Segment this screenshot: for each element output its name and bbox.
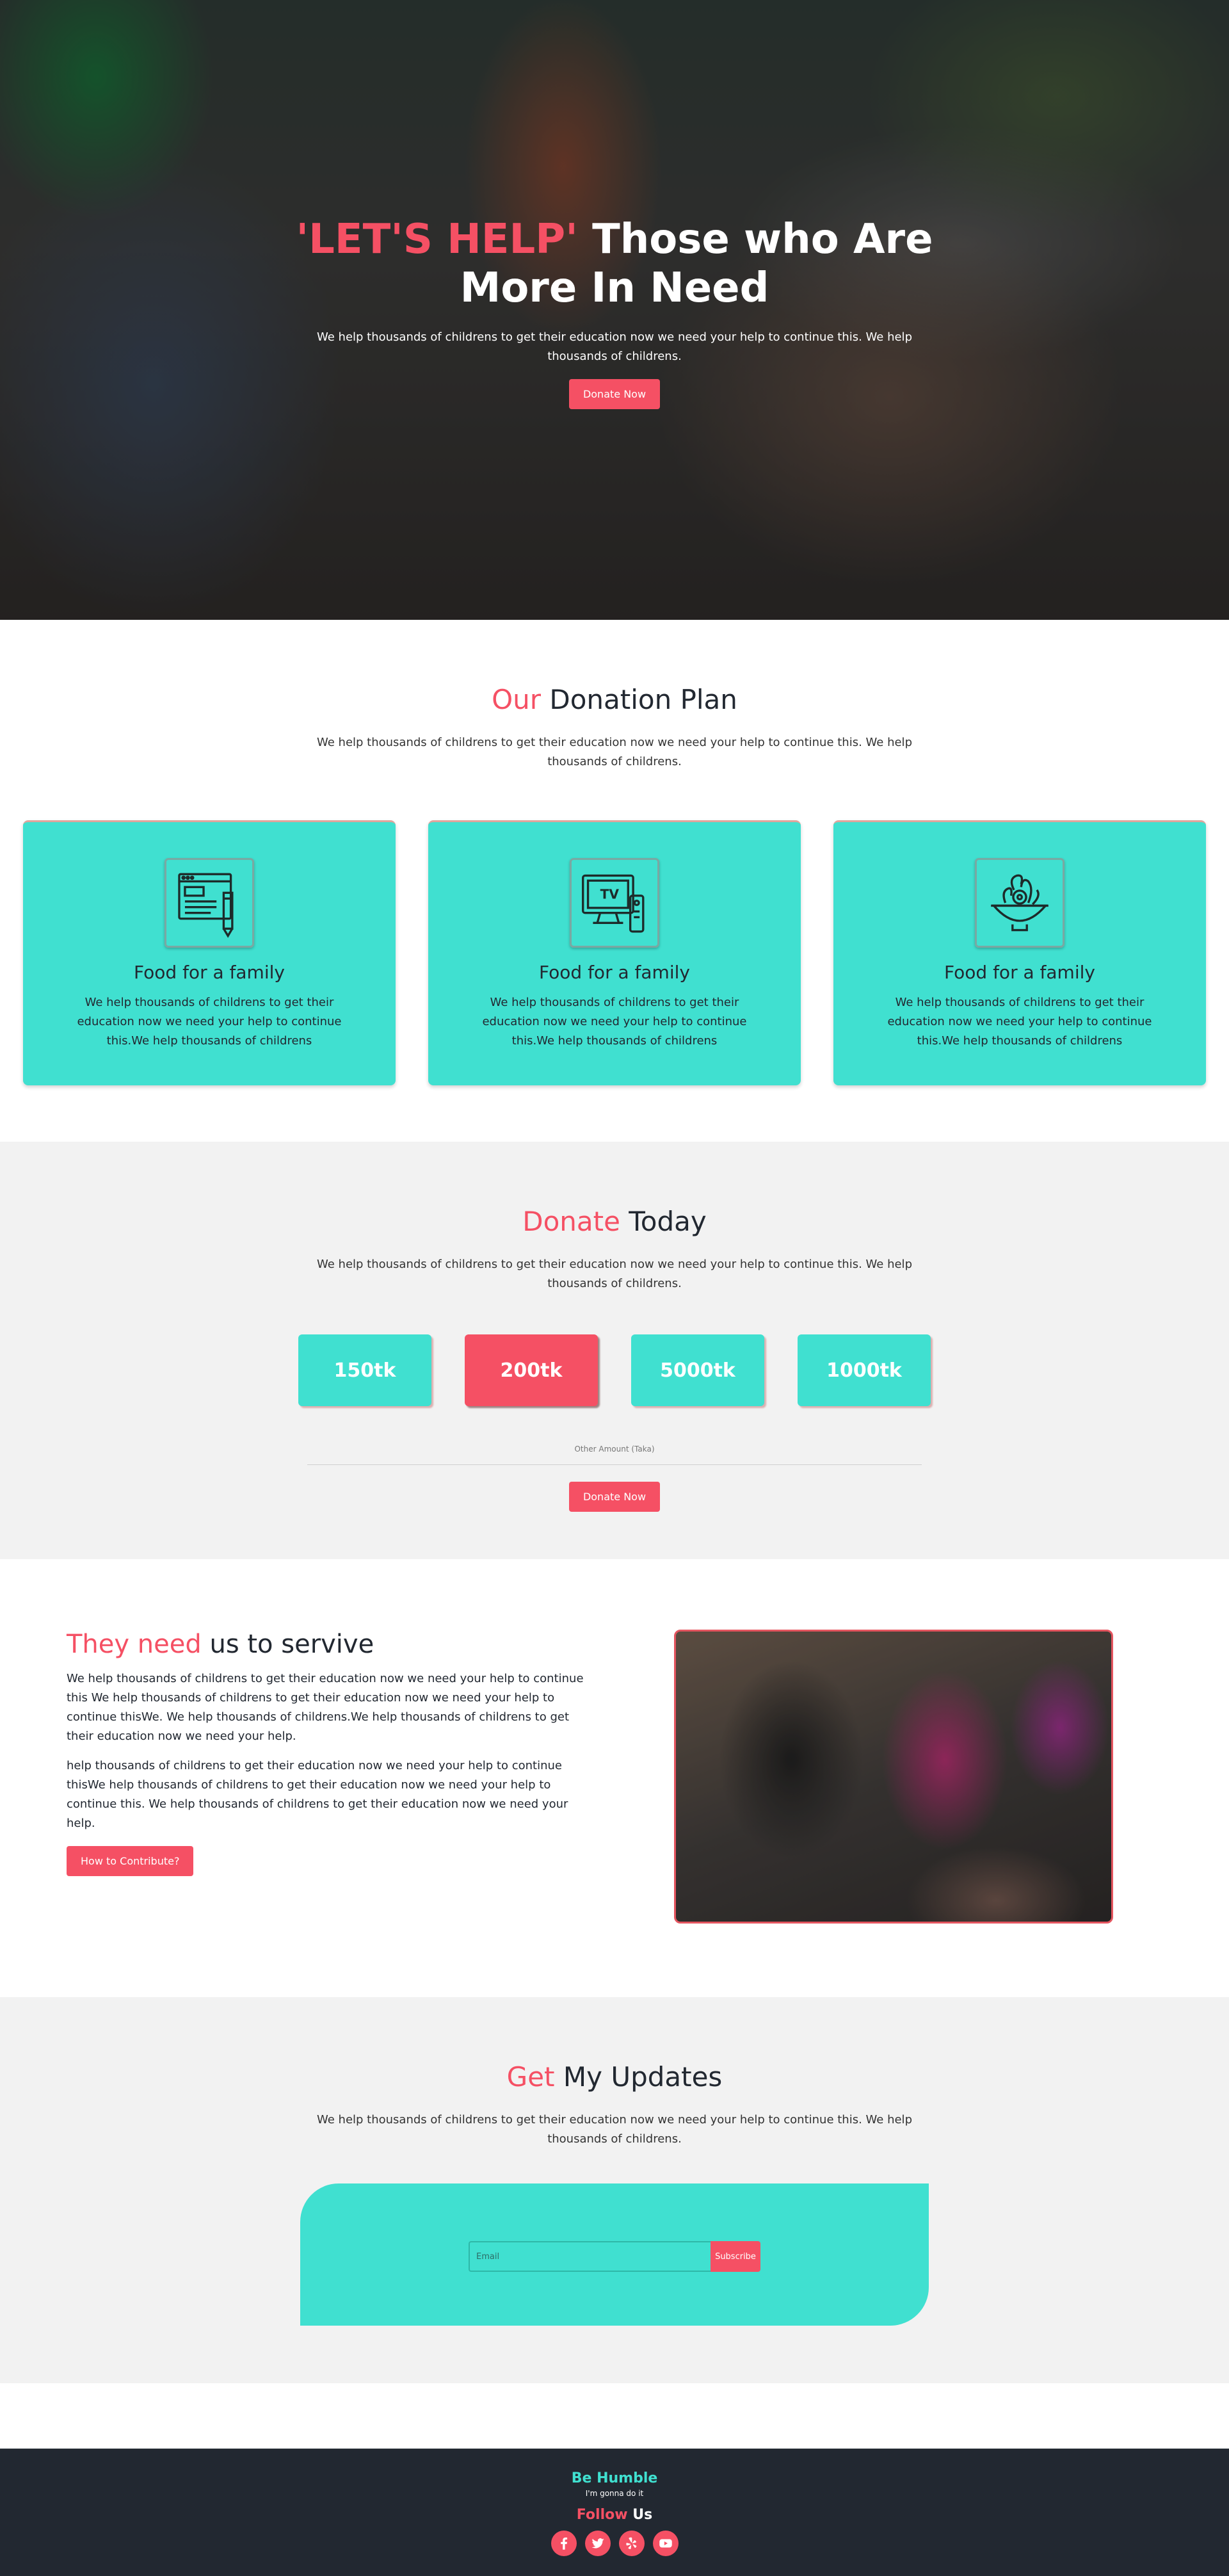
section-spacer xyxy=(0,2383,1229,2449)
twitter-icon[interactable] xyxy=(584,2531,611,2556)
survive-section: They need us to servive We help thousand… xyxy=(0,1559,1229,1997)
donate-text: We help thousands of childrens to get th… xyxy=(317,1258,912,1290)
survive-title-rest: us to servive xyxy=(201,1630,374,1659)
svg-text:TV: TV xyxy=(600,886,620,902)
plan-card-title: Food for a family xyxy=(539,962,690,983)
tv-remote-icon: TV xyxy=(570,858,659,948)
hero-section: 'LET'S HELP' Those who Are More In Need … xyxy=(0,0,1229,620)
amount-option-5000[interactable]: 5000tk xyxy=(631,1334,764,1406)
hero-title: 'LET'S HELP' Those who Are More In Need xyxy=(0,215,1229,312)
survive-title: They need us to servive xyxy=(67,1630,598,1659)
subscribe-form: Subscribe xyxy=(469,2241,760,2272)
subscribe-button[interactable]: Subscribe xyxy=(711,2241,760,2272)
survive-title-accent: They need xyxy=(67,1630,202,1659)
hero-donate-button[interactable]: Donate Now xyxy=(568,379,661,409)
plan-card-text: We help thousands of childrens to get th… xyxy=(887,996,1152,1048)
footer-tagline: I'm gonna do it xyxy=(585,2489,644,2498)
web-document-icon xyxy=(165,858,254,948)
footer-brand: Be Humble xyxy=(571,2470,658,2486)
hero-title-accent: 'LET'S HELP' xyxy=(296,216,578,263)
photo-overlay xyxy=(676,1632,1111,1922)
plan-card-text: We help thousands of childrens to get th… xyxy=(77,996,342,1048)
donate-title-accent: Donate xyxy=(522,1206,620,1237)
plan-card-title: Food for a family xyxy=(134,962,285,983)
updates-title-rest: My Updates xyxy=(554,2061,723,2093)
email-input[interactable] xyxy=(469,2241,711,2272)
survive-paragraph-1: We help thousands of childrens to get th… xyxy=(67,1672,584,1743)
donate-today-section: Donate Today We help thousands of childr… xyxy=(0,1142,1229,1559)
plan-title-accent: Our xyxy=(492,684,542,715)
subscribe-box: Subscribe xyxy=(300,2183,929,2326)
other-amount-input[interactable] xyxy=(307,1456,922,1465)
plan-title: Our Donation Plan xyxy=(0,684,1229,715)
amount-option-200-selected[interactable]: 200tk xyxy=(465,1334,598,1406)
donate-title-rest: Today xyxy=(620,1206,707,1237)
hero-text: We help thousands of childrens to get th… xyxy=(317,330,912,363)
facebook-icon[interactable] xyxy=(550,2531,577,2556)
footer: Be Humble I'm gonna do it Follow Us xyxy=(0,2449,1229,2576)
amount-options: 150tk 200tk 5000tk 1000tk xyxy=(0,1334,1229,1406)
hero-content: 'LET'S HELP' Those who Are More In Need … xyxy=(0,215,1229,409)
footer-follow-accent: Follow xyxy=(576,2507,628,2523)
other-amount-group: Other Amount (Taka) Donate Now xyxy=(307,1445,922,1512)
social-links xyxy=(0,2531,1229,2556)
donate-now-button[interactable]: Donate Now xyxy=(568,1482,661,1512)
how-to-contribute-button[interactable]: How to Contribute? xyxy=(67,1846,194,1876)
plan-text: We help thousands of childrens to get th… xyxy=(317,736,912,768)
updates-title: Get My Updates xyxy=(0,2061,1229,2093)
survive-content: They need us to servive We help thousand… xyxy=(67,1630,598,1876)
updates-section: Get My Updates We help thousands of chil… xyxy=(0,1997,1229,2383)
plan-card[interactable]: Food for a family We help thousands of c… xyxy=(833,820,1206,1085)
plan-cards: Food for a family We help thousands of c… xyxy=(0,820,1229,1085)
amount-option-150[interactable]: 150tk xyxy=(298,1334,431,1406)
footer-follow-heading: Follow Us xyxy=(0,2507,1229,2523)
plan-card-text: We help thousands of childrens to get th… xyxy=(482,996,747,1048)
plan-card[interactable]: TV Food for a family We help thousands o… xyxy=(428,820,801,1085)
donation-plan-section: Our Donation Plan We help thousands of c… xyxy=(0,620,1229,1142)
amount-option-1000[interactable]: 1000tk xyxy=(798,1334,931,1406)
hero-title-line2: More In Need xyxy=(460,264,769,312)
updates-title-accent: Get xyxy=(506,2061,555,2093)
people-photo xyxy=(674,1630,1113,1924)
plan-card-title: Food for a family xyxy=(944,962,1095,983)
yelp-icon[interactable] xyxy=(618,2531,645,2556)
hero-title-rest: Those who Are xyxy=(577,216,933,263)
donate-title: Donate Today xyxy=(0,1206,1229,1237)
youtube-icon[interactable] xyxy=(652,2531,679,2556)
footer-follow-rest: Us xyxy=(627,2507,653,2523)
plan-title-rest: Donation Plan xyxy=(541,684,737,715)
survive-paragraph-2: help thousands of childrens to get their… xyxy=(67,1759,568,1830)
other-amount-label: Other Amount (Taka) xyxy=(574,1445,655,1454)
plan-card[interactable]: Food for a family We help thousands of c… xyxy=(23,820,396,1085)
updates-text: We help thousands of childrens to get th… xyxy=(317,2113,912,2146)
food-bowl-icon xyxy=(975,858,1064,948)
